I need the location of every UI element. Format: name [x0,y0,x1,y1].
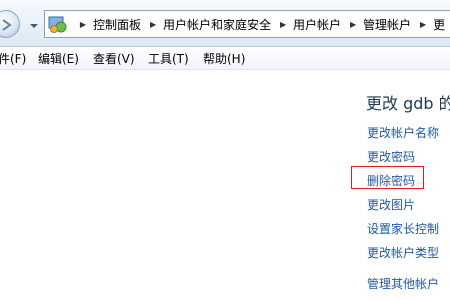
change-picture-link[interactable]: 更改图片 [367,196,415,213]
menu-bar: 件(F) 编辑(E) 查看(V) 工具(T) 帮助(H) [0,47,450,70]
breadcrumb-control-panel[interactable]: 控制面板 [91,16,145,33]
breadcrumb-separator[interactable]: ▶ [275,20,291,29]
menu-tools[interactable]: 工具(T) [148,50,189,67]
menu-view[interactable]: 查看(V) [93,50,135,67]
remove-password-link[interactable]: 删除密码 [367,172,415,189]
chevron-down-icon [30,24,38,28]
change-account-name-link[interactable]: 更改帐户名称 [367,124,439,141]
change-account-type-link[interactable]: 更改帐户类型 [367,244,439,261]
nav-buttons [0,8,46,38]
control-panel-icon [47,13,69,35]
breadcrumb-separator[interactable]: ▶ [345,20,361,29]
breadcrumb-separator[interactable]: ▶ [145,20,161,29]
parental-controls-link[interactable]: 设置家长控制 [367,220,439,237]
menu-help[interactable]: 帮助(H) [203,50,245,67]
breadcrumb-user-accounts[interactable]: 用户帐户 [291,16,345,33]
manage-other-accounts-link[interactable]: 管理其他帐户 [367,275,439,292]
menu-edit[interactable]: 编辑(E) [38,50,79,67]
breadcrumb-manage-accounts[interactable]: 管理帐户 [361,16,415,33]
forward-button[interactable] [0,10,20,38]
task-title: 更改 gdb 的 [366,94,450,113]
change-password-link[interactable]: 更改密码 [367,148,415,165]
navigation-bar: ▶ 控制面板 ▶ 用户帐户和家庭安全 ▶ 用户帐户 ▶ 管理帐户 ▶ 更 [0,0,450,47]
breadcrumb-change-account[interactable]: 更 [431,16,449,33]
breadcrumb-separator[interactable]: ▶ [415,20,431,29]
breadcrumb-user-accounts-family[interactable]: 用户帐户和家庭安全 [161,16,275,33]
recent-pages-dropdown[interactable] [28,17,40,29]
menu-file[interactable]: 件(F) [0,50,26,67]
breadcrumb-separator[interactable]: ▶ [75,20,91,29]
address-bar[interactable]: ▶ 控制面板 ▶ 用户帐户和家庭安全 ▶ 用户帐户 ▶ 管理帐户 ▶ 更 [44,10,450,38]
forward-arrow-icon [2,19,12,31]
